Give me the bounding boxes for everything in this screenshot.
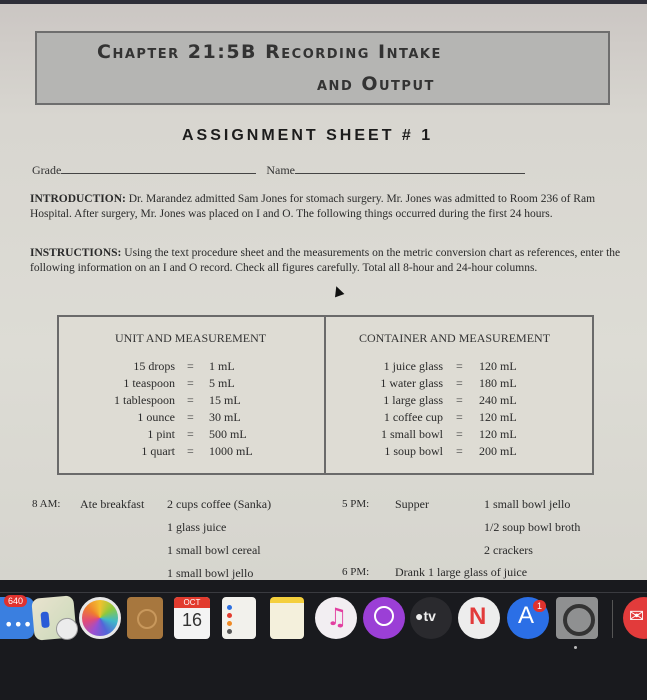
container-name: 1 coffee cup <box>383 410 443 424</box>
app-store-glyph-icon: A <box>518 602 535 629</box>
equals-sign: = <box>456 359 463 373</box>
mouse-cursor-icon <box>331 284 345 298</box>
container-name: 1 water glass <box>380 376 443 390</box>
running-indicator <box>574 646 577 649</box>
equals-sign: = <box>456 376 463 390</box>
grade-name-row: Grade Name <box>32 163 525 178</box>
map-pin-icon <box>40 611 50 629</box>
container-header: CONTAINER AND MEASUREMENT <box>359 331 551 345</box>
calendar-app-icon[interactable]: OCT 16 <box>174 597 210 639</box>
chat-bubble-icon: ••• <box>4 615 33 634</box>
photos-app-icon[interactable] <box>79 597 121 639</box>
conversion-table: UNIT AND MEASUREMENT CONTAINER AND MEASU… <box>57 315 594 475</box>
introduction-label: INTRODUCTION: <box>30 193 126 205</box>
tv-app-icon[interactable]: ●tv <box>410 597 452 639</box>
container-value: 120 mL <box>479 359 517 373</box>
name-label: Name <box>266 163 295 177</box>
notes-app-icon[interactable] <box>270 597 304 639</box>
container-row: 1 small bowl <box>59 427 443 444</box>
container-value: 200 mL <box>479 444 517 458</box>
container-value: 120 mL <box>479 410 517 424</box>
container-name: 1 juice glass <box>383 359 443 373</box>
reminders-app-icon[interactable] <box>222 597 256 639</box>
person-icon <box>137 609 157 629</box>
instructions-paragraph: INSTRUCTIONS: Using the text procedure s… <box>30 246 625 275</box>
maps-app-icon[interactable] <box>31 595 79 641</box>
container-row: 1 soup bowl <box>59 444 443 461</box>
container-row: 1 large glass <box>59 393 443 410</box>
contacts-app-icon[interactable] <box>127 597 163 639</box>
grade-label: Grade <box>32 163 62 177</box>
introduction-paragraph: INTRODUCTION: Dr. Marandez admitted Sam … <box>30 192 625 221</box>
instructions-label: INSTRUCTIONS: <box>30 247 122 259</box>
tv-label: ●tv <box>415 608 436 624</box>
music-app-icon[interactable]: ♫ <box>315 597 357 639</box>
event-item: 1 small bowl jello <box>484 497 571 511</box>
event-time-5pm: 5 PM: <box>342 498 370 510</box>
chapter-title-box: Chapter 21:5B Recording Intake and Outpu… <box>35 31 610 105</box>
event-time-6pm: 6 PM: <box>342 566 370 578</box>
event-activity-breakfast: Ate breakfast <box>80 497 145 511</box>
event-item: 1/2 soup bowl broth <box>484 520 581 534</box>
container-name: 1 soup bowl <box>384 444 443 458</box>
event-item: 1 glass juice <box>167 520 227 534</box>
container-name: 1 small bowl <box>381 427 443 441</box>
app-store-badge: 1 <box>533 600 547 612</box>
event-item: 2 crackers <box>484 543 533 557</box>
container-name: 1 large glass <box>383 393 443 407</box>
envelope-icon: ✉ <box>629 606 645 627</box>
gear-icon <box>563 604 595 636</box>
event-item: 2 cups coffee (Sanka) <box>167 497 272 511</box>
assignment-title: ASSIGNMENT SHEET # 1 <box>182 127 434 144</box>
news-app-icon[interactable]: N <box>458 597 500 639</box>
equals-sign: = <box>456 444 463 458</box>
messages-badge: 640 <box>4 595 28 607</box>
dock-shelf <box>0 592 647 593</box>
container-row: 1 coffee cup <box>59 410 443 427</box>
container-value: 120 mL <box>479 427 517 441</box>
event-item: 1 small bowl jello <box>167 566 254 580</box>
grade-field[interactable] <box>61 163 257 174</box>
container-row: 1 juice glass <box>59 359 443 376</box>
event-time-8am: 8 AM: <box>32 498 61 510</box>
container-value: 240 mL <box>479 393 517 407</box>
event-item: 1 small bowl cereal <box>167 543 261 557</box>
podcasts-app-icon[interactable] <box>363 597 405 639</box>
unit-header: UNIT AND MEASUREMENT <box>115 331 267 345</box>
container-value: 180 mL <box>479 376 517 390</box>
event-activity-juice: Drank 1 large glass of juice <box>395 565 528 579</box>
equals-sign: = <box>456 393 463 407</box>
dock-separator <box>612 600 613 638</box>
equals-sign: = <box>456 410 463 424</box>
name-field[interactable] <box>294 163 525 174</box>
document-page: Chapter 21:5B Recording Intake and Outpu… <box>0 3 647 580</box>
chapter-title-line1: Chapter 21:5B Recording Intake <box>97 41 442 63</box>
system-preferences-icon[interactable] <box>556 597 598 639</box>
chapter-title-line2: and Output <box>317 73 435 95</box>
container-row: 1 water glass <box>59 376 443 393</box>
calendar-day: 16 <box>181 610 203 630</box>
screen-top-edge <box>0 0 647 4</box>
news-icon: N <box>469 603 487 630</box>
equals-sign: = <box>456 427 463 441</box>
calendar-month: OCT <box>174 597 210 608</box>
music-note-icon: ♫ <box>326 603 348 631</box>
podcast-icon <box>374 606 394 626</box>
event-activity-supper: Supper <box>395 497 429 511</box>
